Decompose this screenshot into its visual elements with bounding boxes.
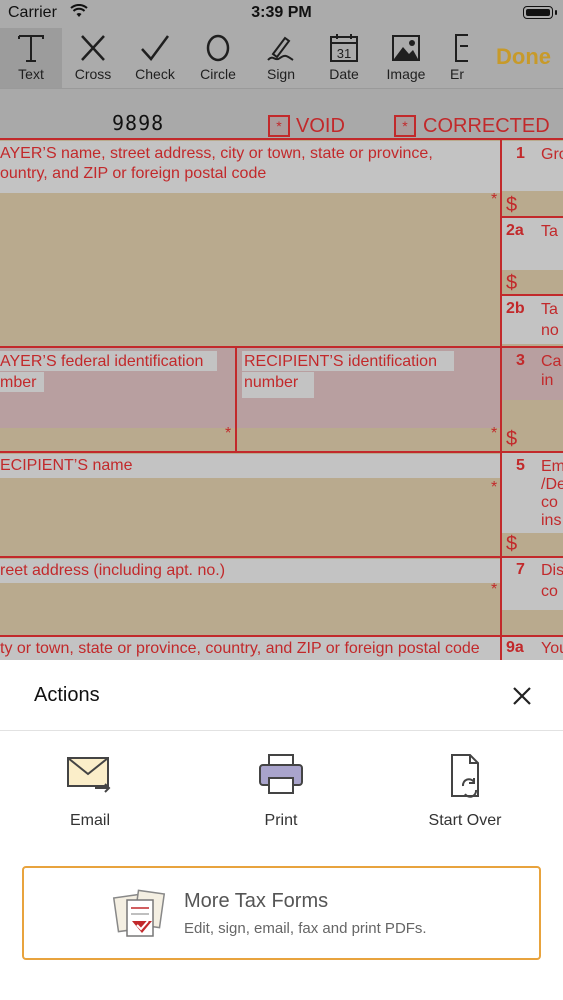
battery-tip: [555, 10, 557, 15]
clock: 3:39 PM: [251, 4, 312, 21]
corrected-checkbox[interactable]: *: [394, 115, 416, 137]
tool-image[interactable]: Image: [375, 28, 437, 88]
form-number: 9898: [112, 111, 165, 135]
box5-label-line4: ins: [541, 512, 562, 529]
city-label: ty or town, state or province, country, …: [0, 640, 480, 657]
email-label: Email: [69, 812, 110, 829]
actions-title: Actions: [34, 684, 100, 706]
battery-icon: [523, 6, 553, 19]
payer-tin-label-line2: mber: [0, 374, 37, 391]
tool-check-label: Check: [135, 66, 175, 82]
box7-label-line1: Dis: [541, 562, 563, 579]
box2a-dollar: $: [506, 272, 518, 294]
tool-sign[interactable]: Sign: [250, 28, 312, 88]
recipient-name-label: ECIPIENT’S name: [0, 457, 133, 474]
promo-title: More Tax Forms: [184, 890, 329, 912]
tool-erase-label: Er: [450, 66, 464, 82]
box3-dollar: $: [506, 428, 518, 450]
box9a-number: 9a: [506, 639, 524, 656]
street-required-mark: *: [491, 581, 498, 598]
status-bar: Carrier 3:39 PM: [0, 0, 563, 28]
tool-sign-label: Sign: [266, 66, 296, 82]
start-over-action[interactable]: Start Over: [395, 752, 535, 832]
done-button[interactable]: Done: [496, 44, 551, 70]
tool-text[interactable]: Text: [0, 28, 62, 88]
void-label: VOID: [296, 115, 345, 137]
box2a-number: 2a: [506, 222, 524, 239]
row3-top-line: [0, 451, 563, 453]
tool-erase[interactable]: Er: [438, 28, 468, 88]
tool-date[interactable]: 31 Date: [313, 28, 375, 88]
box1-number: 1: [516, 145, 525, 162]
actions-divider: [0, 730, 563, 731]
payer-tin-required-mark: *: [225, 425, 232, 442]
box9a-label: You: [541, 640, 563, 657]
cross-tool-icon: [81, 35, 105, 61]
box5-dollar: $: [506, 533, 518, 555]
actions-sheet: Actions Email Print Start Over More Tax …: [0, 660, 563, 1000]
tin-divider: [235, 348, 237, 452]
box7-number: 7: [516, 561, 525, 578]
recipient-tin-required-mark: *: [491, 425, 498, 442]
row4-top-line: [0, 556, 563, 558]
tool-text-label: Text: [18, 66, 44, 82]
recipient-tin-label-line2: number: [244, 374, 299, 391]
annotation-toolbar: Text Cross Check Circle Sign 31 Date Ima…: [0, 28, 563, 89]
box1-dollar: $: [506, 194, 518, 216]
calendar-day: 31: [337, 46, 351, 61]
tool-circle-label: Circle: [200, 66, 236, 82]
payer-name-label-line2: ountry, and ZIP or foreign postal code: [0, 165, 267, 182]
more-tax-forms-button[interactable]: More Tax Forms Edit, sign, email, fax an…: [22, 866, 541, 960]
form-border-top: [0, 138, 563, 140]
tax-form-canvas: 9898 * VOID * CORRECTED AYER’S name, str…: [0, 89, 563, 660]
box5-number: 5: [516, 457, 525, 474]
box3-label-line2: in: [541, 372, 554, 389]
box2a-label: Ta: [541, 223, 558, 240]
street-address-label: reet address (including apt. no.): [0, 562, 226, 579]
print-label: Print: [264, 812, 298, 829]
promo-subtitle: Edit, sign, email, fax and print PDFs.: [184, 920, 427, 937]
calendar-icon: 31: [330, 34, 358, 62]
close-icon[interactable]: [511, 685, 533, 707]
box3-number: 3: [516, 352, 525, 369]
printer-icon: [259, 754, 303, 794]
box2b-number: 2b: [506, 300, 525, 317]
sign-pen-icon: [267, 36, 294, 61]
tool-cross-label: Cross: [74, 66, 112, 82]
image-icon: [392, 35, 420, 61]
corrected-label: CORRECTED: [423, 115, 550, 137]
void-checkbox[interactable]: *: [268, 115, 290, 137]
email-icon: [67, 757, 111, 793]
payer-required-mark: *: [491, 191, 498, 208]
start-over-label: Start Over: [428, 812, 502, 829]
payer-tin-label-line1: AYER’S federal identification: [0, 353, 204, 370]
text-tool-icon: [18, 35, 44, 62]
payer-name-label-line1: AYER’S name, street address, city or tow…: [0, 145, 433, 162]
circle-tool-icon: [206, 34, 230, 62]
tool-check[interactable]: Check: [124, 28, 186, 88]
tool-date-label: Date: [329, 66, 359, 82]
recipient-name-required-mark: *: [491, 479, 498, 496]
tool-image-label: Image: [386, 66, 426, 82]
box1-label: Gro: [541, 146, 563, 163]
tool-cross[interactable]: Cross: [62, 28, 124, 88]
tax-forms-icon: [112, 889, 166, 937]
check-tool-icon: [141, 35, 170, 61]
email-action[interactable]: Email: [20, 752, 160, 832]
box7-label-line2: co: [541, 583, 558, 600]
start-over-icon: [451, 754, 479, 798]
tool-circle[interactable]: Circle: [187, 28, 249, 88]
print-action[interactable]: Print: [211, 752, 351, 832]
box2b-label-line2: no: [541, 322, 559, 339]
box2b-label-line1: Ta: [541, 301, 558, 318]
box3-label-line1: Ca: [541, 353, 562, 370]
recipient-tin-label-line1: RECIPIENT’S identification: [244, 353, 437, 370]
eraser-icon: [455, 34, 468, 62]
